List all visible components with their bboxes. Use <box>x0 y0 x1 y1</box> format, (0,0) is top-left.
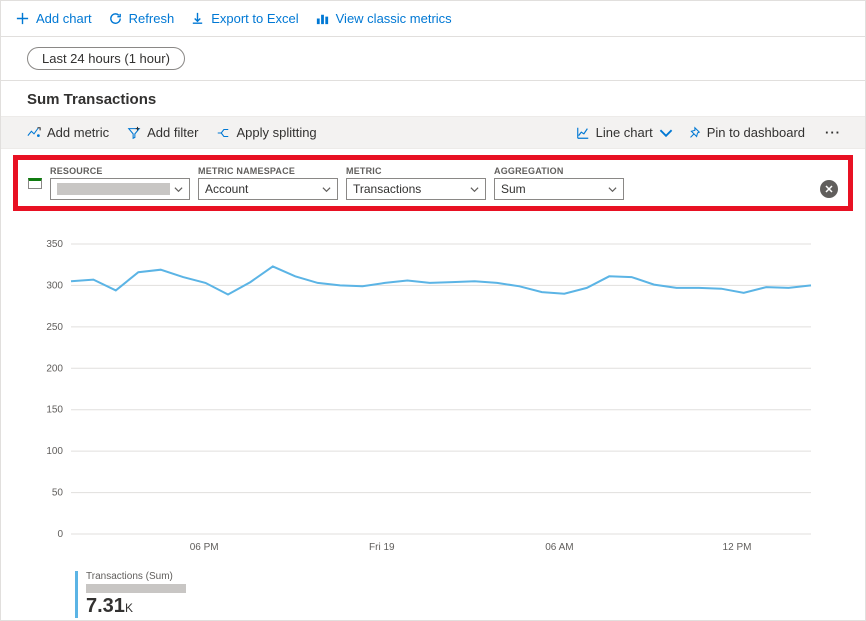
metrics-line-chart: 0 50 100 150 200 250 300 350 06 PM Fri 19 06 AM 12 … <box>31 239 831 559</box>
chevron-down-icon <box>174 185 183 194</box>
svg-text:300: 300 <box>46 280 63 291</box>
chevron-down-icon <box>608 185 617 194</box>
resource-label: RESOURCE <box>50 166 190 176</box>
summary-subtext-placeholder <box>86 584 186 593</box>
aggregation-label: AGGREGATION <box>494 166 624 176</box>
summary-card: Transactions (Sum) 7.31K <box>75 571 215 618</box>
svg-text:06 PM: 06 PM <box>190 542 219 553</box>
add-filter-button[interactable]: Add filter <box>127 125 198 140</box>
metric-dropdown[interactable]: Transactions <box>346 178 486 200</box>
aggregation-value: Sum <box>501 182 526 196</box>
export-button[interactable]: Export to Excel <box>190 11 298 26</box>
aggregation-dropdown[interactable]: Sum <box>494 178 624 200</box>
svg-text:50: 50 <box>52 488 64 499</box>
namespace-label: METRIC NAMESPACE <box>198 166 338 176</box>
view-classic-button[interactable]: View classic metrics <box>315 11 452 26</box>
add-chart-button[interactable]: Add chart <box>15 11 92 26</box>
namespace-dropdown[interactable]: Account <box>198 178 338 200</box>
namespace-value: Account <box>205 182 248 196</box>
add-metric-button[interactable]: Add metric <box>27 125 109 140</box>
summary-value: 7.31 <box>86 595 125 617</box>
summary-label: Transactions (Sum) <box>86 571 215 582</box>
chart-title: Sum Transactions <box>1 81 865 116</box>
svg-text:0: 0 <box>57 529 63 540</box>
apply-splitting-button[interactable]: Apply splitting <box>216 125 316 140</box>
resource-card-icon <box>28 178 42 189</box>
svg-text:100: 100 <box>46 446 63 457</box>
svg-text:200: 200 <box>46 363 63 374</box>
export-label: Export to Excel <box>211 11 298 26</box>
metric-selector-row: RESOURCE METRIC NAMESPACE Account METRIC… <box>13 155 853 211</box>
refresh-button[interactable]: Refresh <box>108 11 175 26</box>
svg-text:12 PM: 12 PM <box>723 542 752 553</box>
chart-type-dropdown[interactable]: Line chart <box>576 125 673 140</box>
split-icon <box>216 126 230 140</box>
chart-type-label: Line chart <box>596 125 653 140</box>
summary-unit: K <box>125 601 133 615</box>
pin-label: Pin to dashboard <box>707 125 805 140</box>
refresh-icon <box>108 11 123 26</box>
chevron-down-icon <box>322 185 331 194</box>
add-filter-label: Add filter <box>147 125 198 140</box>
line-chart-icon <box>576 126 590 140</box>
resource-dropdown[interactable] <box>50 178 190 200</box>
remove-metric-button[interactable] <box>820 180 838 198</box>
filter-icon <box>127 126 141 140</box>
add-chart-label: Add chart <box>36 11 92 26</box>
time-range-label: Last 24 hours (1 hour) <box>42 51 170 66</box>
chevron-down-icon <box>470 185 479 194</box>
bar-chart-icon <box>315 11 330 26</box>
close-icon <box>824 184 834 194</box>
add-metric-label: Add metric <box>47 125 109 140</box>
resource-value-placeholder <box>57 183 170 195</box>
plus-icon <box>15 11 30 26</box>
pin-dashboard-button[interactable]: Pin to dashboard <box>687 125 805 140</box>
metric-value: Transactions <box>353 182 421 196</box>
metric-label: METRIC <box>346 166 486 176</box>
view-classic-label: View classic metrics <box>336 11 452 26</box>
chevron-down-icon <box>659 126 673 140</box>
svg-text:06 AM: 06 AM <box>545 542 573 553</box>
time-range-pill[interactable]: Last 24 hours (1 hour) <box>27 47 185 70</box>
more-button[interactable]: ··· <box>819 125 847 140</box>
svg-text:Fri 19: Fri 19 <box>369 542 395 553</box>
svg-text:250: 250 <box>46 322 63 333</box>
refresh-label: Refresh <box>129 11 175 26</box>
svg-text:150: 150 <box>46 405 63 416</box>
svg-text:350: 350 <box>46 239 63 250</box>
pin-icon <box>687 126 701 140</box>
download-icon <box>190 11 205 26</box>
apply-splitting-label: Apply splitting <box>236 125 316 140</box>
add-metric-icon <box>27 126 41 140</box>
